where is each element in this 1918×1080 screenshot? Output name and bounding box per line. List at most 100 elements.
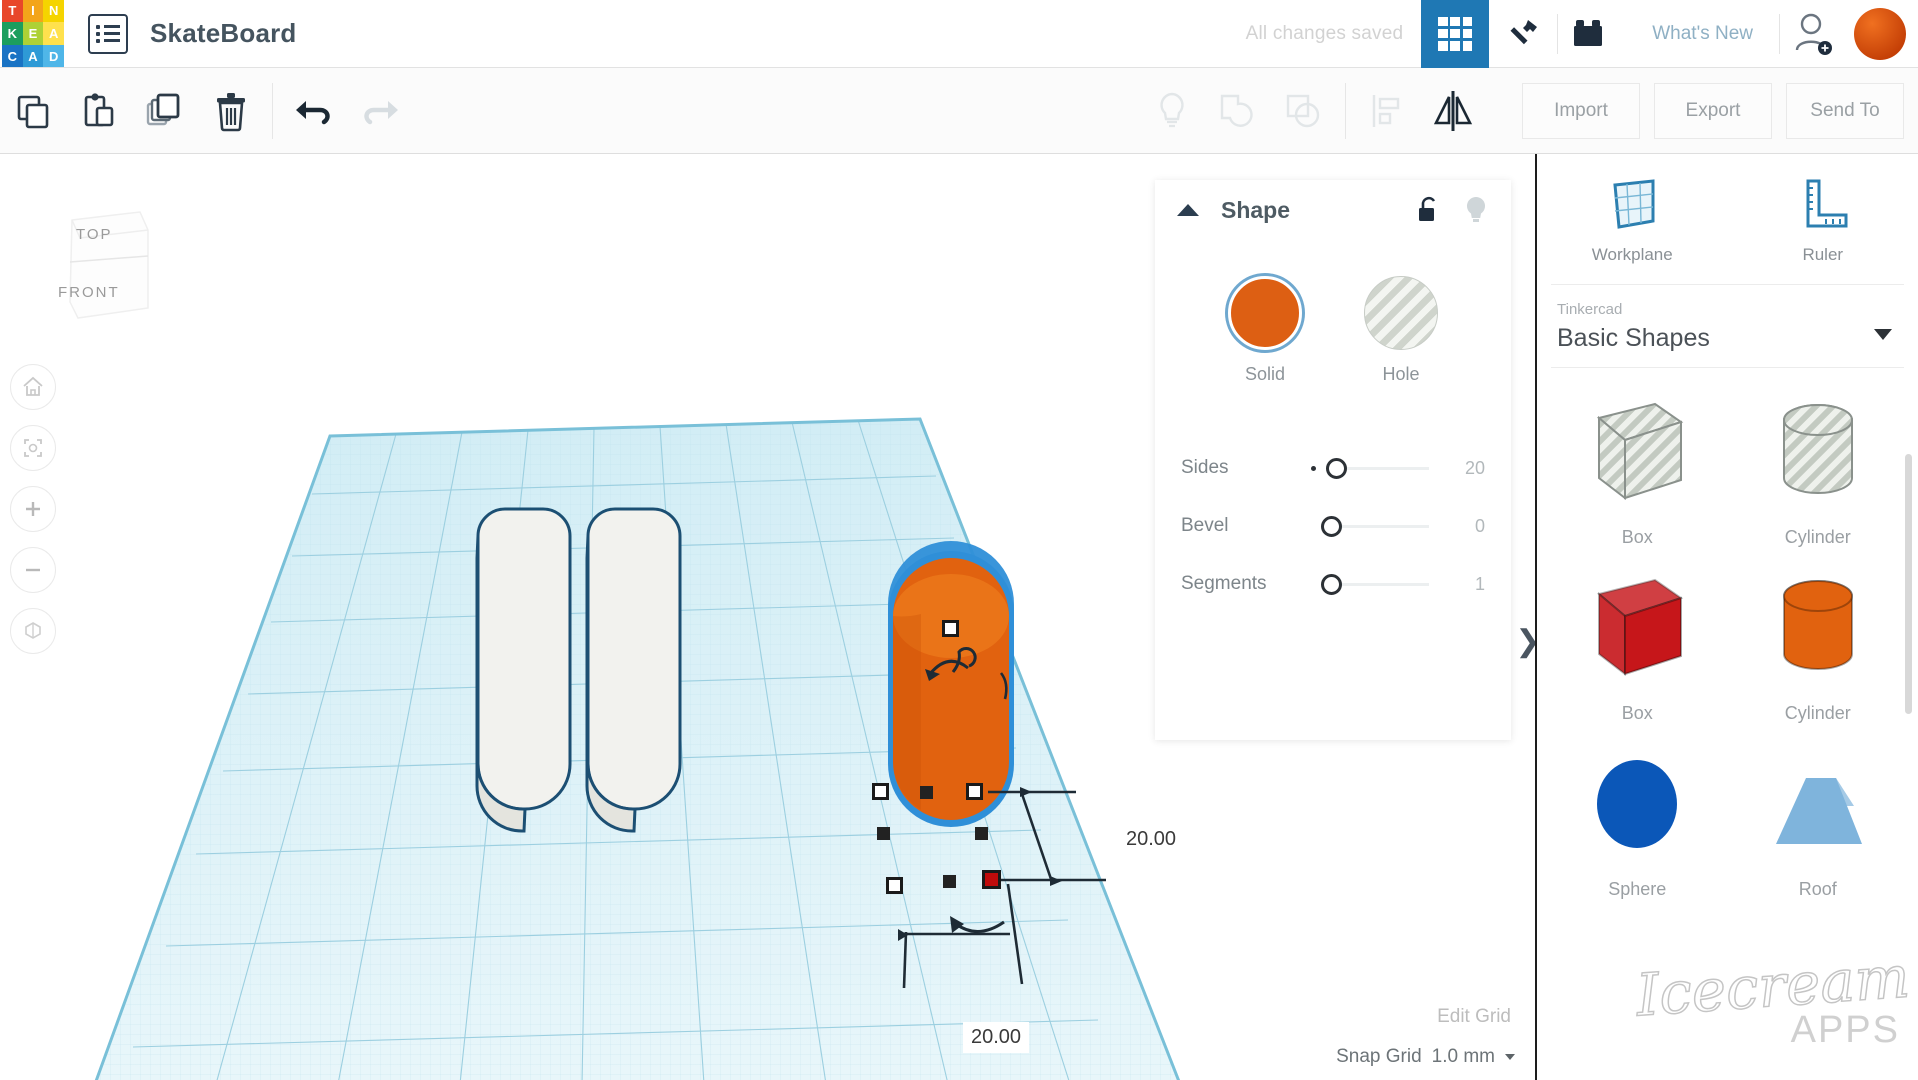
slider-label-bevel: Bevel: [1181, 515, 1311, 537]
resize-handle-top[interactable]: [942, 620, 959, 637]
copy-button[interactable]: [0, 68, 66, 154]
slider-value-sides[interactable]: 20: [1429, 458, 1485, 479]
grid-view-button[interactable]: [1421, 0, 1489, 68]
ruler-tool[interactable]: Ruler: [1728, 154, 1918, 284]
deck-shape-left: [477, 509, 570, 831]
list-document-icon[interactable]: [88, 14, 128, 54]
resize-handle-bottom-left[interactable]: [886, 877, 903, 894]
design-tools-button[interactable]: [1489, 0, 1557, 68]
tinkercad-logo[interactable]: TINKEACAD: [2, 0, 64, 68]
sidebar-scrollbar[interactable]: [1905, 454, 1912, 714]
whats-new-link[interactable]: What's New: [1652, 23, 1753, 45]
paste-button[interactable]: [66, 68, 132, 154]
resize-handle-left[interactable]: [872, 783, 889, 800]
collapse-panel-icon[interactable]: [1177, 204, 1199, 216]
zoom-out-button[interactable]: [10, 547, 56, 593]
hole-swatch[interactable]: Hole: [1364, 276, 1438, 385]
shape-cylinder-hole[interactable]: Cylinder: [1728, 392, 1909, 562]
shape-box-red[interactable]: Box: [1547, 568, 1728, 738]
cylinder-3d-icon: [1758, 568, 1878, 691]
slider-knob-sides[interactable]: [1326, 458, 1347, 479]
chevron-down-icon[interactable]: [1874, 329, 1892, 340]
undo-button[interactable]: [281, 68, 347, 154]
import-button[interactable]: Import: [1522, 83, 1640, 139]
chevron-down-icon[interactable]: [1505, 1054, 1515, 1060]
align-button[interactable]: [1354, 68, 1420, 154]
edge-handle-c[interactable]: [975, 827, 988, 840]
snap-grid-label: Snap Grid: [1336, 1046, 1422, 1068]
mirror-button[interactable]: [1420, 68, 1486, 154]
delete-button[interactable]: [198, 68, 264, 154]
snap-grid-value[interactable]: 1.0 mm: [1432, 1046, 1495, 1068]
avatar[interactable]: [1854, 8, 1906, 60]
shape-sliders: Sides20 Bevel 0 Segments 1: [1155, 385, 1511, 613]
lightbulb-icon[interactable]: [1463, 194, 1489, 226]
slider-knob-segments[interactable]: [1321, 574, 1342, 595]
hole-swatch-circle: [1364, 276, 1438, 350]
duplicate-icon: [143, 90, 187, 132]
unlock-icon[interactable]: [1415, 195, 1441, 225]
add-user-button[interactable]: [1780, 0, 1848, 68]
shape-library-select[interactable]: Tinkercad Basic Shapes: [1537, 285, 1918, 367]
ungroup-button[interactable]: [1271, 68, 1337, 154]
trash-icon: [211, 90, 251, 132]
view-cube-top-label[interactable]: TOP: [76, 226, 113, 243]
page-title: SkateBoard: [150, 18, 297, 49]
edge-handle-b[interactable]: [877, 827, 890, 840]
fit-view-button[interactable]: [10, 425, 56, 471]
slider-track-sides[interactable]: [1311, 457, 1429, 479]
shape-properties-panel: Shape Solid Hole Sides2: [1155, 180, 1511, 740]
resize-handle-right[interactable]: [966, 783, 983, 800]
shape-cylinder-orange-label: Cylinder: [1785, 703, 1851, 724]
slider-segments[interactable]: Segments 1: [1181, 555, 1485, 613]
show-hide-button[interactable]: [1139, 68, 1205, 154]
logo-tile-2: N: [43, 0, 64, 22]
toolbar-separator: [272, 83, 273, 139]
dimension-depth[interactable]: 20.00: [963, 1022, 1029, 1053]
cylinder-3d-icon: [1758, 392, 1878, 515]
dimension-width[interactable]: 20.00: [1118, 824, 1184, 855]
view-cube-front-label[interactable]: FRONT: [58, 284, 120, 301]
sidebar-tools: Workplane Ruler: [1537, 154, 1918, 284]
edge-handle-d[interactable]: [943, 875, 956, 888]
slider-line: [1337, 525, 1429, 528]
workplane-tool[interactable]: Workplane: [1537, 154, 1728, 284]
home-icon: [21, 375, 45, 399]
shape-cylinder-orange[interactable]: Cylinder: [1728, 568, 1909, 738]
logo-tile-1: I: [23, 0, 44, 22]
slider-line: [1337, 467, 1429, 470]
slider-knob-bevel[interactable]: [1321, 516, 1342, 537]
slider-track-segments[interactable]: [1311, 573, 1429, 595]
zoom-in-button[interactable]: [10, 486, 56, 532]
shape-roof-blue[interactable]: Roof: [1728, 744, 1909, 914]
selected-cylinder-shape: [888, 541, 1014, 827]
slider-track-bevel[interactable]: [1311, 515, 1429, 537]
send-to-button[interactable]: Send To: [1786, 83, 1904, 139]
duplicate-button[interactable]: [132, 68, 198, 154]
shape-sphere-blue[interactable]: Sphere: [1547, 744, 1728, 914]
redo-button[interactable]: [347, 68, 413, 154]
home-view-button[interactable]: [10, 364, 56, 410]
file-action-group: ImportExportSend To: [1522, 68, 1918, 154]
slider-value-bevel[interactable]: 0: [1429, 516, 1485, 537]
slider-bevel[interactable]: Bevel 0: [1181, 497, 1485, 555]
resize-handle-corner-active[interactable]: [982, 870, 1001, 889]
slider-value-segments[interactable]: 1: [1429, 574, 1485, 595]
snap-grid-control[interactable]: Snap Grid 1.0 mm: [1326, 1040, 1525, 1074]
blocks-button[interactable]: [1558, 0, 1626, 68]
edge-handle-a[interactable]: [920, 786, 933, 799]
shape-roof-blue-label: Roof: [1799, 879, 1837, 900]
undo-arrow-icon: [292, 93, 336, 129]
group-button[interactable]: [1205, 68, 1271, 154]
logo-tile-0: T: [2, 0, 23, 22]
shape-box-hole[interactable]: Box: [1547, 392, 1728, 562]
shape-tool-group: [1139, 68, 1486, 154]
slider-label-segments: Segments: [1181, 573, 1311, 595]
edit-grid-button[interactable]: Edit Grid: [1423, 1000, 1525, 1034]
solid-swatch[interactable]: Solid: [1228, 276, 1302, 385]
library-category-value: Basic Shapes: [1557, 324, 1898, 353]
export-button[interactable]: Export: [1654, 83, 1772, 139]
slider-sides[interactable]: Sides20: [1181, 439, 1485, 497]
view-cube[interactable]: TOP FRONT: [48, 190, 168, 330]
perspective-toggle-button[interactable]: [10, 608, 56, 654]
